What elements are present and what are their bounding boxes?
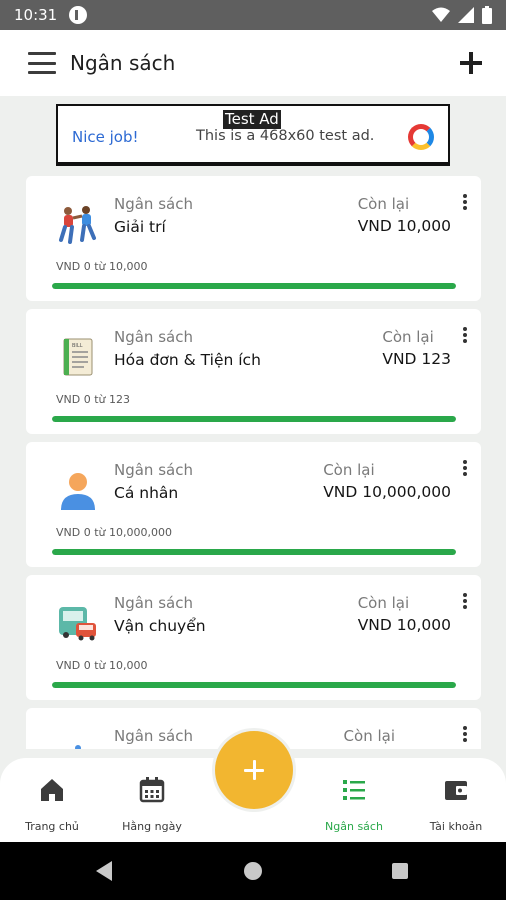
nav-label: Trang chủ xyxy=(25,820,79,833)
progress-text: VND 0 từ 10,000,000 xyxy=(56,526,172,539)
remaining-block: Còn lại VND 10,000 xyxy=(358,594,451,634)
cell-signal-icon xyxy=(458,7,474,23)
recent-apps-icon[interactable] xyxy=(392,863,408,879)
remaining-value: VND 10,000 xyxy=(357,217,451,235)
app-bar: Ngân sách xyxy=(0,30,506,96)
ad-text: This is a 468x60 test ad. xyxy=(196,128,375,144)
remaining-block: Còn lại VND 10,000 xyxy=(358,195,451,235)
budget-label: Ngân sách xyxy=(114,195,193,213)
nav-label: Hằng ngày xyxy=(122,820,182,833)
status-time: 10:31 xyxy=(14,6,58,24)
person-icon xyxy=(61,473,95,510)
more-options-icon[interactable] xyxy=(463,593,467,609)
svg-text:BILL: BILL xyxy=(72,343,83,349)
progress-text: VND 0 từ 123 xyxy=(56,393,130,406)
more-options-icon[interactable] xyxy=(463,460,467,476)
remaining-value: VND 123 xyxy=(382,350,451,368)
progress-bar xyxy=(52,283,456,289)
remaining-block: Còn lại VND 123 xyxy=(382,328,451,368)
app-notification-icon xyxy=(69,6,88,24)
budget-card[interactable]: Ngân sách Cá nhân Còn lại VND 10,000,000… xyxy=(26,442,481,567)
home-icon xyxy=(41,779,63,801)
progress-fill xyxy=(52,549,456,555)
back-icon[interactable] xyxy=(96,861,112,881)
battery-icon xyxy=(482,6,492,24)
remaining-block: Còn lại xyxy=(344,727,395,749)
nav-item-budget[interactable]: Ngân sách xyxy=(304,776,404,833)
budget-list: Ngân sách Giải trí Còn lại VND 10,000 VN… xyxy=(26,176,481,749)
remaining-value: VND 10,000 xyxy=(357,616,451,634)
nav-label: Tài khoản xyxy=(429,820,483,833)
progress-bar xyxy=(52,416,456,422)
wifi-icon xyxy=(432,7,450,22)
remaining-label: Còn lại xyxy=(382,328,434,346)
ad-label: Test Ad xyxy=(223,110,281,129)
budget-name: Cá nhân xyxy=(114,484,179,502)
nav-item-home[interactable]: Trang chủ xyxy=(2,776,102,833)
budget-card[interactable]: Ngân sách Vận chuyển Còn lại VND 10,000 … xyxy=(26,575,481,700)
remaining-value: VND 10,000,000 xyxy=(323,483,451,501)
page-title: Ngân sách xyxy=(70,51,176,75)
remaining-label: Còn lại xyxy=(357,594,410,612)
progress-fill xyxy=(52,416,456,422)
wallet-icon xyxy=(445,781,467,800)
system-nav-bar xyxy=(0,842,506,900)
progress-text: VND 0 từ 10,000 xyxy=(56,260,148,273)
add-transaction-button[interactable] xyxy=(212,728,296,812)
home-button-icon[interactable] xyxy=(244,862,262,880)
ad-banner[interactable]: Test Ad Nice job! This is a 468x60 test … xyxy=(56,104,450,166)
status-icons xyxy=(432,6,492,24)
budget-label: Ngân sách xyxy=(114,461,193,479)
progress-fill xyxy=(52,682,456,688)
budget-name: Vận chuyển xyxy=(114,617,206,635)
category-icon xyxy=(75,745,81,749)
progress-text: VND 0 từ 10,000 xyxy=(56,659,148,672)
budget-name: Hóa đơn & Tiện ích xyxy=(114,351,261,369)
budget-card[interactable]: Ngân sách Giải trí Còn lại VND 10,000 VN… xyxy=(26,176,481,301)
ad-headline: Nice job! xyxy=(72,128,139,146)
nav-label: Ngân sách xyxy=(325,820,383,833)
remaining-label: Còn lại xyxy=(323,461,375,479)
transport-icon xyxy=(59,607,96,641)
progress-bar xyxy=(52,549,456,555)
menu-icon[interactable] xyxy=(28,52,56,74)
bill-icon: BILL xyxy=(63,338,93,376)
more-options-icon[interactable] xyxy=(463,327,467,343)
status-bar: 10:31 xyxy=(0,0,506,30)
nav-item-daily[interactable]: Hằng ngày xyxy=(102,776,202,833)
list-icon xyxy=(343,780,365,800)
progress-bar xyxy=(52,682,456,688)
plus-icon xyxy=(215,731,293,809)
add-icon[interactable] xyxy=(460,52,482,74)
budget-label: Ngân sách xyxy=(114,594,193,612)
calendar-icon xyxy=(139,777,165,803)
remaining-label: Còn lại xyxy=(357,195,410,213)
budget-name: Giải trí xyxy=(114,218,166,236)
nav-item-account[interactable]: Tài khoản xyxy=(406,776,506,833)
entertainment-icon xyxy=(59,206,96,244)
remaining-block: Còn lại VND 10,000,000 xyxy=(323,461,451,501)
budget-label: Ngân sách xyxy=(114,328,193,346)
ad-logo-icon xyxy=(408,124,434,150)
budget-label: Ngân sách xyxy=(114,727,193,745)
more-options-icon[interactable] xyxy=(463,194,467,210)
remaining-label: Còn lại xyxy=(343,727,395,745)
progress-fill xyxy=(52,283,456,289)
more-options-icon[interactable] xyxy=(463,726,467,742)
budget-card[interactable]: BILL Ngân sách Hóa đơn & Tiện ích Còn lạ… xyxy=(26,309,481,434)
